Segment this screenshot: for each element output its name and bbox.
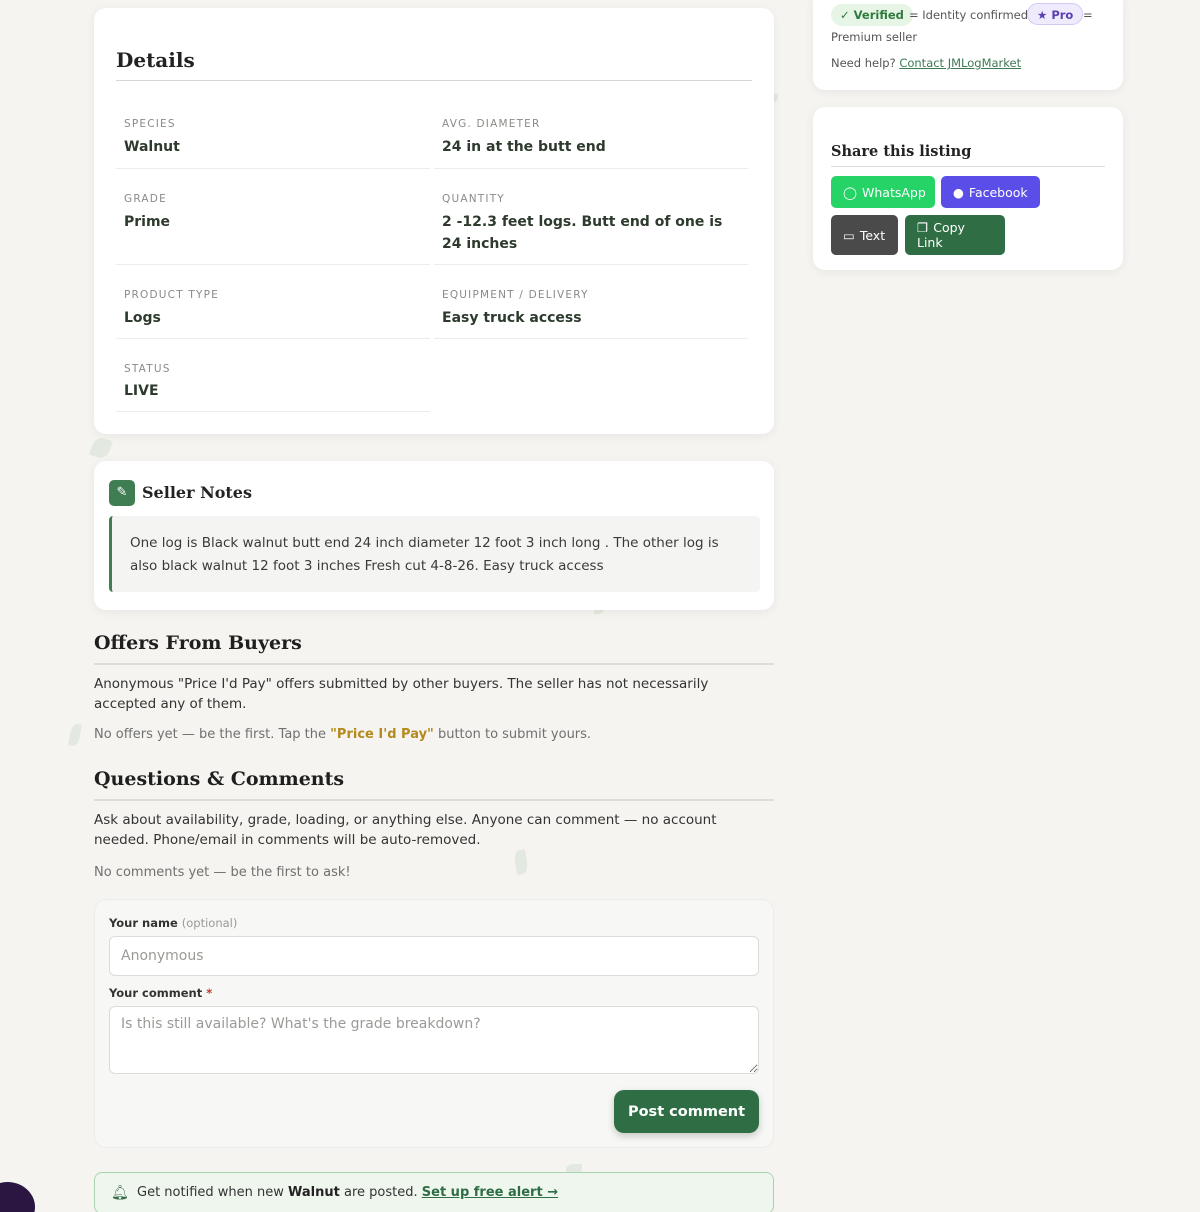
- field-label: QUANTITY: [442, 193, 505, 205]
- offers-empty-text: No offers yet — be the first. Tap the: [94, 727, 331, 742]
- field-value: Prime: [124, 214, 171, 230]
- whatsapp-icon: ◯: [843, 184, 857, 200]
- optional-hint: (optional): [181, 916, 238, 930]
- pro-badge-label: Pro: [1051, 8, 1074, 22]
- leaf-decoration: [89, 435, 113, 461]
- share-title: Share this listing: [831, 143, 972, 160]
- help-prefix: Need help?: [831, 56, 896, 70]
- alert-text: Get notified when new: [137, 1185, 289, 1200]
- pro-description: Premium seller: [831, 30, 918, 44]
- share-text-button[interactable]: ▭ Text: [831, 215, 898, 255]
- seller-notes-title: Seller Notes: [142, 483, 252, 502]
- field-value: Walnut: [124, 139, 180, 155]
- name-label: Your name (optional): [109, 916, 237, 930]
- field-value: Easy truck access: [442, 310, 582, 326]
- required-marker: *: [206, 986, 213, 1000]
- copy-icon: ❐: [917, 220, 929, 235]
- field-quantity: QUANTITY 2 -12.3 feet logs. Butt end of …: [434, 183, 748, 265]
- comment-label-text: Your comment: [109, 986, 203, 1000]
- star-icon: ★: [1037, 8, 1048, 22]
- offers-empty-state: No offers yet — be the first. Tap the "P…: [94, 727, 774, 742]
- field-label: SPECIES: [124, 118, 176, 130]
- divider: [94, 663, 774, 665]
- alert-banner: 🔔︎ Get notified when new Walnut are post…: [94, 1172, 774, 1212]
- share-card: Share this listing ◯ WhatsApp ● Facebook ▭…: [813, 107, 1123, 270]
- field-value: 24 in at the butt end: [442, 139, 606, 155]
- divider: [94, 799, 774, 801]
- offers-title: Offers From Buyers: [94, 632, 302, 654]
- share-copy-link-button[interactable]: ❐ Copy Link: [905, 215, 1005, 255]
- comment-form: Your name (optional) Your comment * Post…: [94, 899, 774, 1148]
- verified-badge: ✓ Verified: [831, 4, 913, 26]
- price-id-pay-highlight: "Price I'd Pay": [330, 727, 434, 742]
- setup-alert-link[interactable]: Set up free alert →: [422, 1185, 558, 1200]
- divider: [116, 80, 752, 81]
- share-whatsapp-button[interactable]: ◯ WhatsApp: [831, 176, 935, 208]
- offers-empty-text: button to submit yours.: [433, 727, 592, 742]
- name-label-text: Your name: [109, 916, 178, 930]
- share-whatsapp-label: WhatsApp: [862, 184, 926, 200]
- alert-species: Walnut: [288, 1185, 340, 1200]
- comments-title: Questions & Comments: [94, 768, 345, 790]
- alert-text: are posted.: [339, 1185, 422, 1200]
- field-label: STATUS: [124, 363, 171, 375]
- verified-badge-label: Verified: [853, 8, 904, 22]
- check-icon: ✓: [840, 8, 850, 22]
- seller-notes-text: One log is Black walnut butt end 24 inch…: [109, 516, 760, 592]
- field-label: EQUIPMENT / DELIVERY: [442, 289, 589, 301]
- field-label: GRADE: [124, 193, 167, 205]
- corner-decoration: [0, 1182, 35, 1212]
- share-facebook-button[interactable]: ● Facebook: [941, 176, 1040, 208]
- comment-label: Your comment *: [109, 986, 212, 1000]
- comments-empty-state: No comments yet — be the first to ask!: [94, 865, 351, 880]
- field-value: LIVE: [124, 383, 159, 399]
- pro-equals: =: [1083, 8, 1093, 22]
- share-text-label: Text: [859, 227, 886, 243]
- field-value: 2 -12.3 feet logs. Butt end of one is 24…: [442, 214, 723, 252]
- field-avg-diameter: AVG. DIAMETER 24 in at the butt end: [434, 108, 748, 169]
- help-line: Need help? Contact JMLogMarket: [831, 56, 1021, 70]
- leaf-decoration: [68, 723, 82, 747]
- field-label: PRODUCT TYPE: [124, 289, 219, 301]
- seller-notes-card: ✎ Seller Notes One log is Black walnut b…: [94, 461, 774, 610]
- comment-textarea[interactable]: [109, 1006, 759, 1074]
- bell-icon: 🔔︎: [111, 1185, 129, 1201]
- offers-description: Anonymous "Price I'd Pay" offers submitt…: [94, 676, 709, 712]
- comments-description: Ask about availability, grade, loading, …: [94, 812, 717, 848]
- verified-description: = Identity confirmed: [909, 8, 1029, 22]
- seller-badges-legend: ✓ Verified = Identity confirmed ★ Pro = …: [813, 0, 1123, 90]
- details-card: Details SPECIES Walnut AVG. DIAMETER 24 …: [94, 8, 774, 434]
- pro-badge: ★ Pro: [1027, 3, 1084, 25]
- contact-link[interactable]: Contact JMLogMarket: [899, 56, 1021, 70]
- pencil-icon: ✎: [109, 480, 135, 506]
- field-grade: GRADE Prime: [116, 183, 430, 265]
- post-comment-button[interactable]: Post comment: [614, 1090, 759, 1133]
- name-input[interactable]: [109, 936, 759, 976]
- field-status: STATUS LIVE: [116, 353, 430, 412]
- field-label: AVG. DIAMETER: [442, 118, 541, 130]
- facebook-icon: ●: [953, 184, 964, 200]
- divider: [831, 166, 1105, 167]
- field-product-type: PRODUCT TYPE Logs: [116, 279, 430, 339]
- details-title: Details: [116, 48, 195, 72]
- field-equipment-delivery: EQUIPMENT / DELIVERY Easy truck access: [434, 279, 748, 339]
- field-species: SPECIES Walnut: [116, 108, 430, 169]
- field-value: Logs: [124, 310, 161, 326]
- message-icon: ▭: [843, 227, 855, 243]
- share-facebook-label: Facebook: [968, 184, 1028, 200]
